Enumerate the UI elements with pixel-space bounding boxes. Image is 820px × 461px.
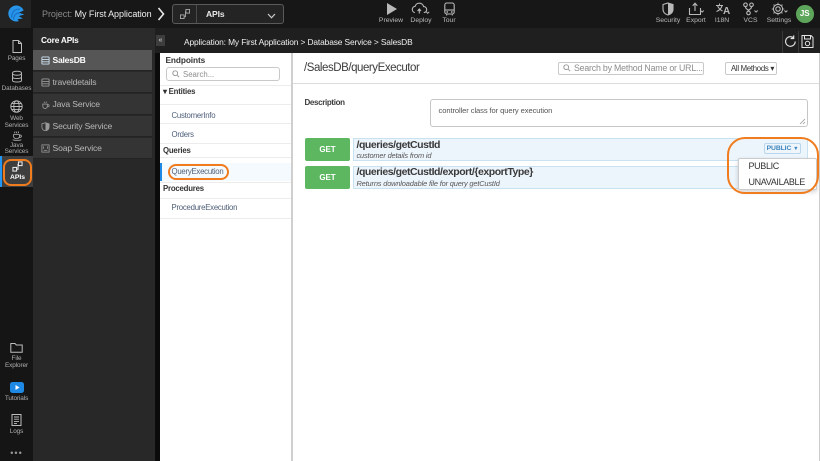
svg-text:A: A xyxy=(723,6,730,16)
